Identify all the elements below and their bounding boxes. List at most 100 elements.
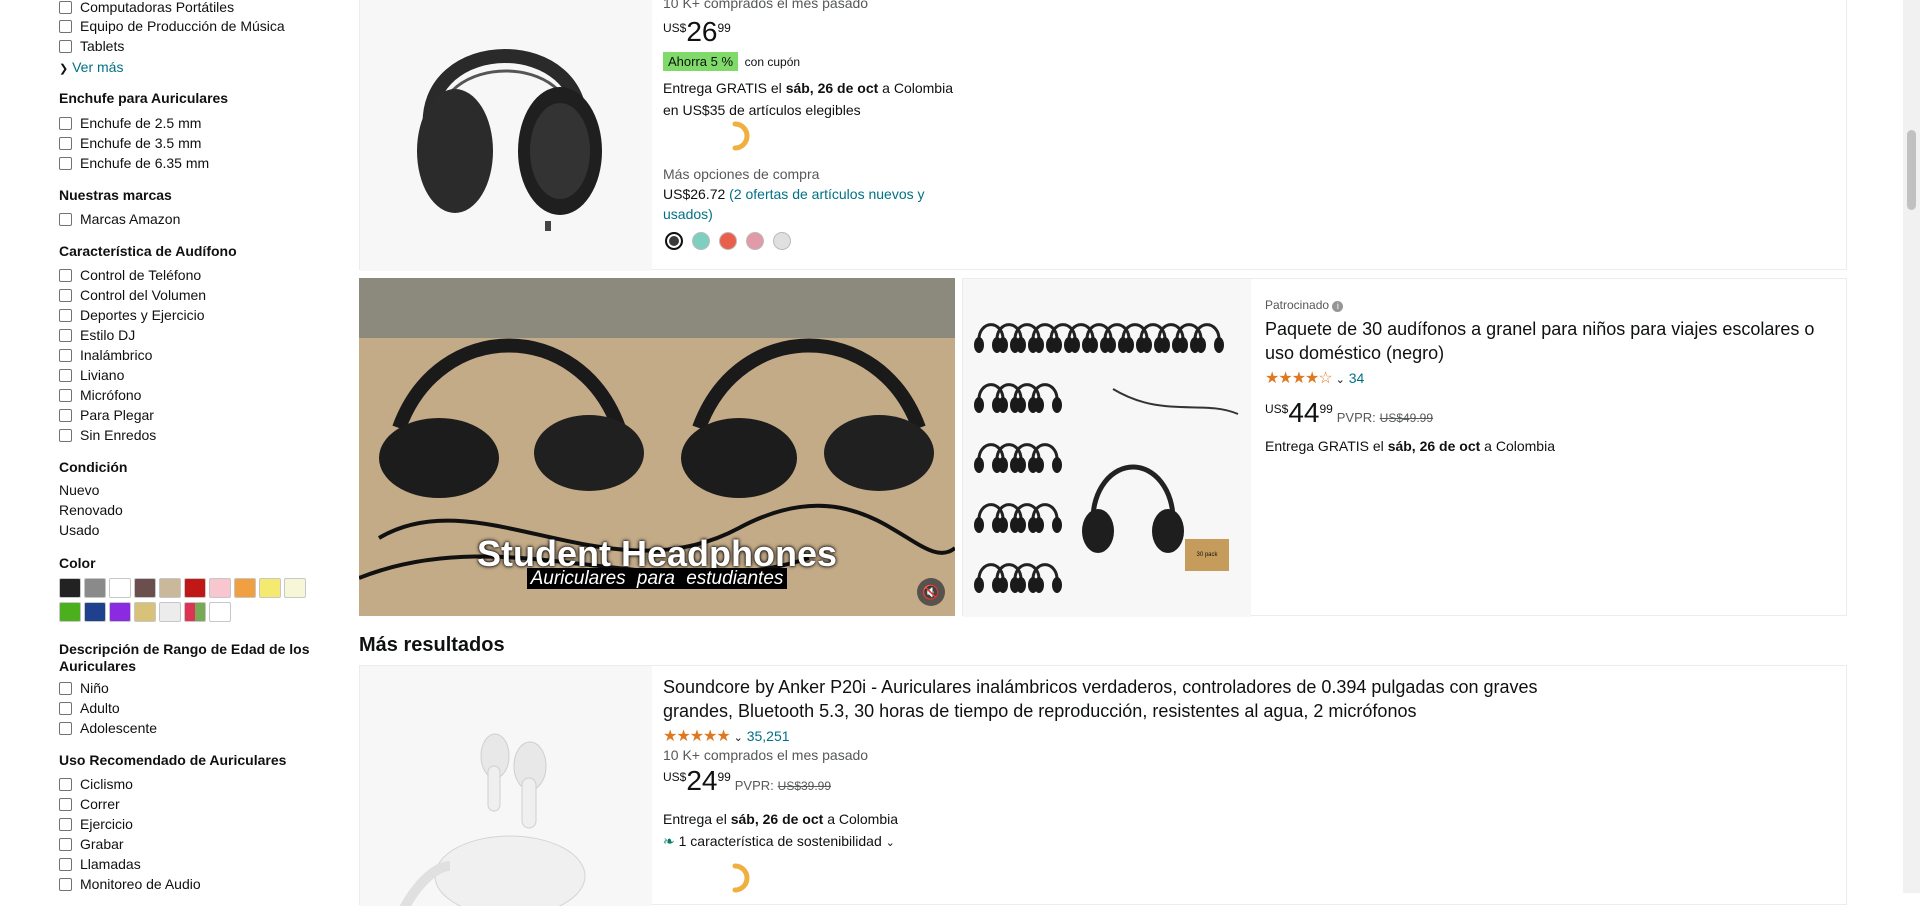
condition-refurbished-link[interactable]: Renovado (59, 500, 123, 520)
color-option-dot[interactable] (665, 232, 683, 250)
chevron-down-icon[interactable]: ⌄ (1336, 374, 1345, 386)
filter-feature[interactable]: Control del Volumen (59, 285, 206, 305)
filter-usage[interactable]: Ciclismo (59, 774, 133, 794)
checkbox[interactable] (59, 428, 72, 442)
filter-age-teen[interactable]: Adolescente (59, 718, 157, 738)
checkbox[interactable] (59, 797, 72, 811)
checkbox[interactable] (59, 877, 72, 891)
color-swatch[interactable] (159, 602, 181, 622)
filter-feature[interactable]: Estilo DJ (59, 325, 135, 345)
checkbox[interactable] (59, 156, 72, 170)
color-swatch[interactable] (84, 602, 106, 622)
color-swatch[interactable] (109, 578, 131, 598)
info-icon[interactable]: i (1332, 301, 1344, 312)
checkbox[interactable] (59, 308, 72, 322)
filter-feature[interactable]: Deportes y Ejercicio (59, 305, 205, 325)
filter-computadoras[interactable]: Computadoras Portátiles (59, 0, 234, 17)
color-swatch[interactable] (84, 578, 106, 598)
checkbox[interactable] (59, 777, 72, 791)
page-scrollbar[interactable] (1903, 0, 1920, 893)
checkbox[interactable] (59, 408, 72, 422)
product-image[interactable]: 30 pack (963, 279, 1251, 617)
product-title-link[interactable]: Paquete de 30 audífonos a granel para ni… (1265, 317, 1835, 365)
filter-feature[interactable]: Liviano (59, 365, 124, 385)
review-count-link[interactable]: 34 (1349, 370, 1365, 386)
scrollbar-thumb[interactable] (1907, 130, 1916, 210)
filter-usage[interactable]: Correr (59, 794, 120, 814)
checkbox[interactable] (59, 0, 72, 14)
filter-age-child[interactable]: Niño (59, 678, 109, 698)
filter-plug-635[interactable]: Enchufe de 6.35 mm (59, 153, 209, 173)
rating[interactable]: ★★★★★ ⌄ 35,251 (663, 726, 790, 746)
color-swatch[interactable] (59, 602, 81, 622)
filter-age-adult[interactable]: Adulto (59, 698, 120, 718)
sustainability-link[interactable]: ❧ 1 característica de sostenibilidad ⌄ (663, 833, 895, 850)
price[interactable]: US$2699 (663, 17, 731, 47)
checkbox[interactable] (59, 288, 72, 302)
color-swatch[interactable] (259, 578, 281, 598)
checkbox[interactable] (59, 19, 72, 33)
color-option-dot[interactable] (773, 232, 791, 250)
filter-feature[interactable]: Micrófono (59, 385, 141, 405)
checkbox[interactable] (59, 721, 72, 735)
price[interactable]: US$2499 PVPR: US$39.99 (663, 766, 831, 796)
filter-equipo-musica[interactable]: Equipo de Producción de Música (59, 16, 285, 36)
sponsored-video[interactable]: Student Headphones Auriculares para estu… (359, 278, 955, 616)
product-image[interactable] (360, 0, 652, 271)
checkbox[interactable] (59, 328, 72, 342)
checkbox[interactable] (59, 837, 72, 851)
filter-tablets[interactable]: Tablets (59, 36, 124, 56)
coupon-badge[interactable]: Ahorra 5 % (663, 52, 739, 71)
filter-feature[interactable]: Control de Teléfono (59, 265, 201, 285)
filter-feature[interactable]: Sin Enredos (59, 425, 156, 445)
filter-usage[interactable]: Monitoreo de Audio (59, 874, 201, 894)
checkbox[interactable] (59, 39, 72, 53)
filter-usage[interactable]: Grabar (59, 834, 124, 854)
product-title-link[interactable]: Soundcore by Anker P20i - Auriculares in… (663, 675, 1543, 723)
see-more-label: Ver más (72, 59, 124, 75)
color-swatch[interactable] (134, 578, 156, 598)
checkbox[interactable] (59, 857, 72, 871)
checkbox[interactable] (59, 136, 72, 150)
product-image[interactable] (360, 666, 652, 911)
checkbox[interactable] (59, 681, 72, 695)
filter-feature[interactable]: Para Plegar (59, 405, 154, 425)
color-swatch[interactable] (134, 602, 156, 622)
color-swatch[interactable] (184, 578, 206, 598)
color-option-dot[interactable] (692, 232, 710, 250)
checkbox[interactable] (59, 116, 72, 130)
color-swatch[interactable] (59, 578, 81, 598)
color-swatch[interactable] (109, 602, 131, 622)
sponsored-label[interactable]: Patrocinado i (1265, 298, 1344, 312)
color-swatch[interactable] (209, 602, 231, 622)
color-swatch[interactable] (184, 602, 206, 622)
color-swatch[interactable] (159, 578, 181, 598)
color-swatch[interactable] (234, 578, 256, 598)
filter-usage[interactable]: Llamadas (59, 854, 141, 874)
checkbox[interactable] (59, 368, 72, 382)
color-option-dot[interactable] (719, 232, 737, 250)
condition-used-link[interactable]: Usado (59, 520, 99, 540)
color-swatch[interactable] (209, 578, 231, 598)
see-more-link[interactable]: ❯ Ver más (59, 57, 123, 77)
rating[interactable]: ★★★★☆ ⌄ 34 (1265, 368, 1364, 388)
headphones-image (417, 49, 602, 231)
color-swatch[interactable] (284, 578, 306, 598)
filter-plug-25[interactable]: Enchufe de 2.5 mm (59, 113, 201, 133)
checkbox[interactable] (59, 701, 72, 715)
checkbox[interactable] (59, 388, 72, 402)
price[interactable]: US$4499 PVPR: US$49.99 (1265, 398, 1433, 428)
chevron-down-icon[interactable]: ⌄ (734, 732, 743, 744)
mute-icon[interactable]: 🔇 (917, 578, 945, 606)
filter-feature[interactable]: Inalámbrico (59, 345, 152, 365)
checkbox[interactable] (59, 817, 72, 831)
review-count-link[interactable]: 35,251 (747, 728, 790, 744)
color-option-dot[interactable] (746, 232, 764, 250)
filter-usage[interactable]: Ejercicio (59, 814, 133, 834)
filter-plug-35[interactable]: Enchufe de 3.5 mm (59, 133, 201, 153)
filter-amazon-brands[interactable]: Marcas Amazon (59, 209, 180, 229)
checkbox[interactable] (59, 212, 72, 226)
condition-new-link[interactable]: Nuevo (59, 480, 99, 500)
checkbox[interactable] (59, 268, 72, 282)
checkbox[interactable] (59, 348, 72, 362)
